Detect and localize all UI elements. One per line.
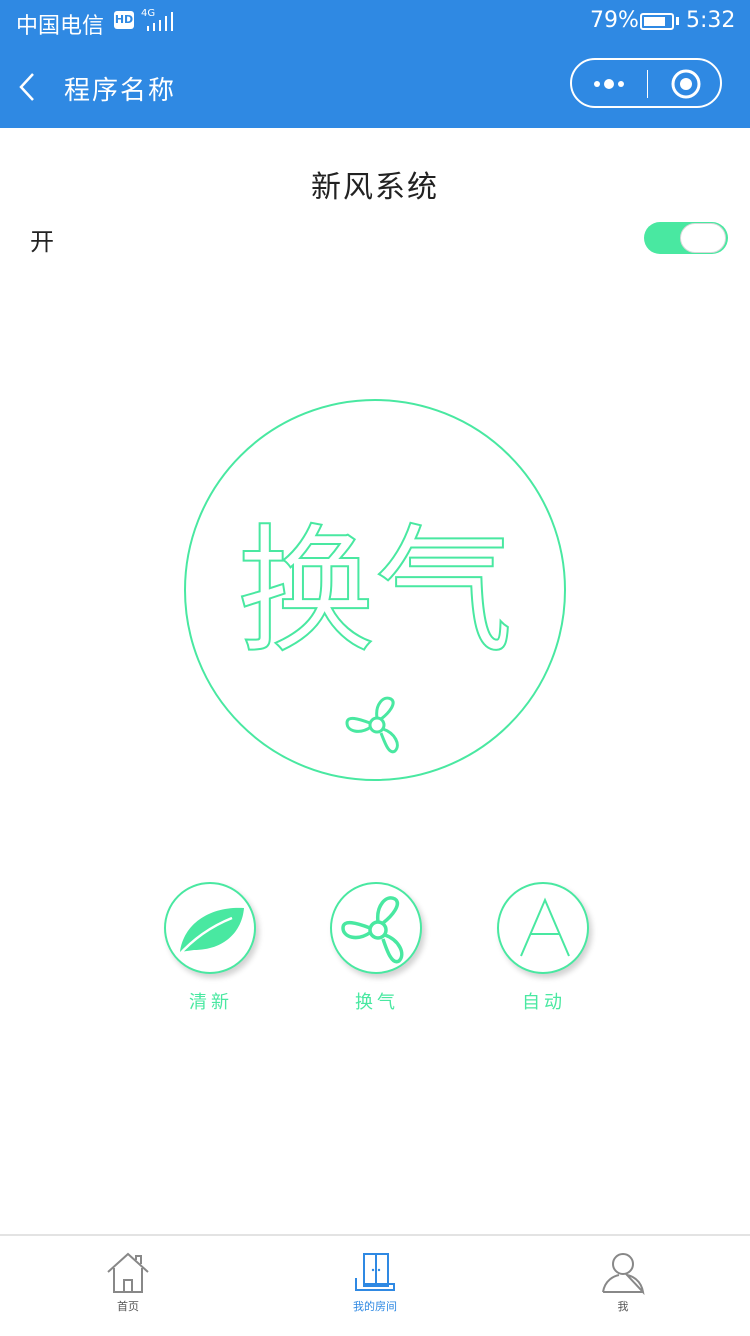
power-label: 开 xyxy=(30,228,54,256)
capsule-divider xyxy=(647,70,648,98)
tab-label-my-room: 我的房间 xyxy=(353,1300,397,1313)
record-circle-icon[interactable] xyxy=(670,68,702,100)
tab-me[interactable]: 我 xyxy=(563,1250,683,1314)
mode-label-ventilate: 换气 xyxy=(355,992,399,1013)
mode-label-fresh: 清新 xyxy=(189,992,233,1013)
mode-label-auto: 自动 xyxy=(522,992,566,1013)
mode-button-auto[interactable]: 自动 xyxy=(497,882,591,1014)
leaf-icon xyxy=(177,907,244,957)
mini-program-capsule xyxy=(570,58,722,108)
fan-icon xyxy=(345,696,399,754)
mode-circle-fresh[interactable] xyxy=(164,882,256,974)
mode-circle-auto[interactable] xyxy=(497,882,589,974)
signal-icon xyxy=(147,12,173,31)
carrier-name: 中国电信 xyxy=(16,14,105,39)
letter-a-icon xyxy=(520,897,570,957)
battery-icon xyxy=(640,13,674,30)
battery-level xyxy=(644,17,665,26)
battery-percent: 79% xyxy=(590,8,639,33)
tab-home[interactable]: 首页 xyxy=(68,1250,188,1314)
user-icon xyxy=(602,1253,645,1296)
toggle-knob xyxy=(680,223,726,253)
clock: 5:32 xyxy=(686,8,736,33)
mode-button-fresh[interactable]: 清新 xyxy=(164,882,258,1014)
home-icon xyxy=(107,1252,149,1293)
tab-my-room[interactable]: 我的房间 xyxy=(315,1250,435,1314)
status-bar: 中国电信 HD 4G 79% 5:32 xyxy=(0,0,750,44)
page-nav-title: 程序名称 xyxy=(64,76,177,106)
tab-bar: 首页 我的房间 我 xyxy=(0,1234,750,1336)
hd-badge: HD xyxy=(114,11,134,29)
header: 中国电信 HD 4G 79% 5:32 程序名称 xyxy=(0,0,750,128)
door-icon xyxy=(355,1253,395,1291)
current-mode-text: 换气 xyxy=(237,511,513,672)
page-title: 新风系统 xyxy=(311,170,439,205)
mode-circle-ventilate[interactable] xyxy=(330,882,422,974)
more-dots-icon[interactable] xyxy=(590,72,630,96)
fan-icon xyxy=(341,896,404,964)
tab-label-home: 首页 xyxy=(117,1300,139,1313)
power-toggle[interactable] xyxy=(644,222,728,254)
mode-display: 换气 xyxy=(184,399,566,781)
chevron-left-icon[interactable] xyxy=(16,70,44,104)
battery-tip xyxy=(676,17,679,25)
mode-button-ventilate[interactable]: 换气 xyxy=(330,882,424,1014)
tab-label-me: 我 xyxy=(617,1300,629,1313)
